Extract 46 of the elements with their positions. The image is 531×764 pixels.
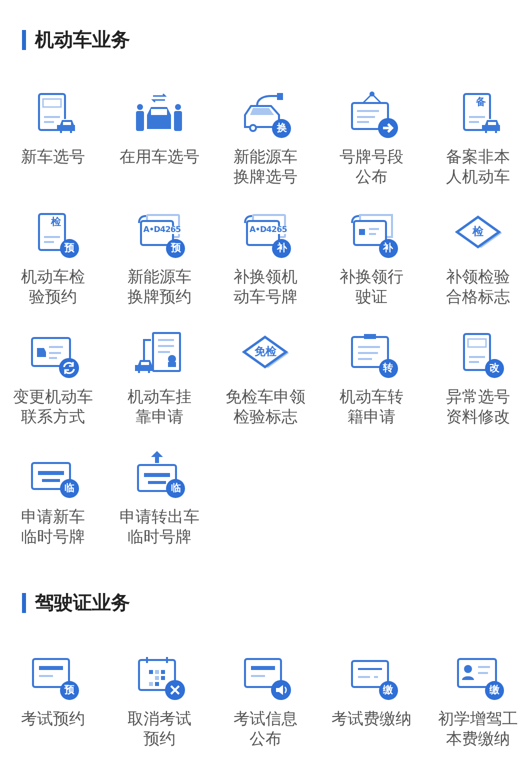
- close-icon: [165, 680, 186, 700]
- icon-label: 备: [476, 98, 486, 108]
- service-tile[interactable]: 临 申请新车 临时号牌: [0, 450, 106, 546]
- service-tile[interactable]: 补 补换领行 驶证: [318, 210, 425, 306]
- heading-accent-bar: [22, 592, 26, 613]
- tow-and-document-icon: [135, 330, 184, 374]
- refresh-icon: [59, 358, 80, 378]
- service-tile[interactable]: 备 备案非本 人机动车: [424, 90, 531, 186]
- status-badge: 临: [60, 478, 80, 498]
- heading-accent-bar: [22, 30, 26, 50]
- status-badge: 预: [166, 238, 186, 258]
- service-tile[interactable]: 转 机动车转 籍申请: [318, 330, 425, 426]
- status-badge: 补: [272, 238, 292, 258]
- service-tile[interactable]: 在用车选号: [106, 90, 212, 186]
- service-tile[interactable]: 号牌号段 公布: [318, 90, 425, 186]
- service-tile[interactable]: 改 异常选号 资料修改: [424, 330, 531, 426]
- status-badge: 缴: [378, 681, 398, 700]
- service-tile[interactable]: 检 补领检验 合格标志: [424, 210, 531, 306]
- status-badge: 缴: [484, 681, 504, 700]
- service-tile[interactable]: 考试信息 公布: [212, 653, 319, 749]
- service-tile[interactable]: 检 预 机动车检 验预约: [0, 210, 106, 306]
- service-tile[interactable]: 机动车挂 靠申请: [106, 330, 212, 426]
- speaker-icon: [271, 680, 292, 700]
- icon-label: 检: [471, 226, 484, 236]
- status-badge: 预: [60, 681, 80, 700]
- section-title: 机动车业务: [35, 28, 130, 53]
- icon-label: 免检: [253, 346, 278, 356]
- section-title: 驾驶证业务: [35, 590, 130, 616]
- service-tile[interactable]: 新车选号: [0, 90, 106, 186]
- status-badge: 换: [272, 118, 292, 138]
- status-badge: 补: [378, 238, 398, 258]
- service-tile[interactable]: 缴 初学增驾工 本费缴纳: [424, 653, 531, 749]
- service-tile[interactable]: 换 新能源车 换牌选号: [212, 90, 319, 186]
- service-tile[interactable]: A•D4265 预 新能源车 换牌预约: [106, 210, 212, 306]
- service-tile[interactable]: 免检 免检车申领 检验标志: [212, 330, 319, 426]
- status-badge: 预: [60, 238, 80, 258]
- service-tile[interactable]: 预 考试预约: [0, 653, 106, 749]
- status-badge: 转: [378, 358, 398, 378]
- service-tile[interactable]: 变更机动车 联系方式: [0, 330, 106, 426]
- service-tile[interactable]: 取消考试 预约: [106, 653, 212, 749]
- status-badge: 改: [484, 358, 504, 378]
- service-tile[interactable]: 缴 考试费缴纳: [318, 653, 425, 749]
- icon-label: 检: [51, 218, 62, 228]
- service-tile[interactable]: 临 申请转出车 临时号牌: [106, 450, 212, 546]
- status-badge: 临: [166, 478, 186, 498]
- service-tile[interactable]: A•D4265 补 补换领机 动车号牌: [212, 210, 319, 306]
